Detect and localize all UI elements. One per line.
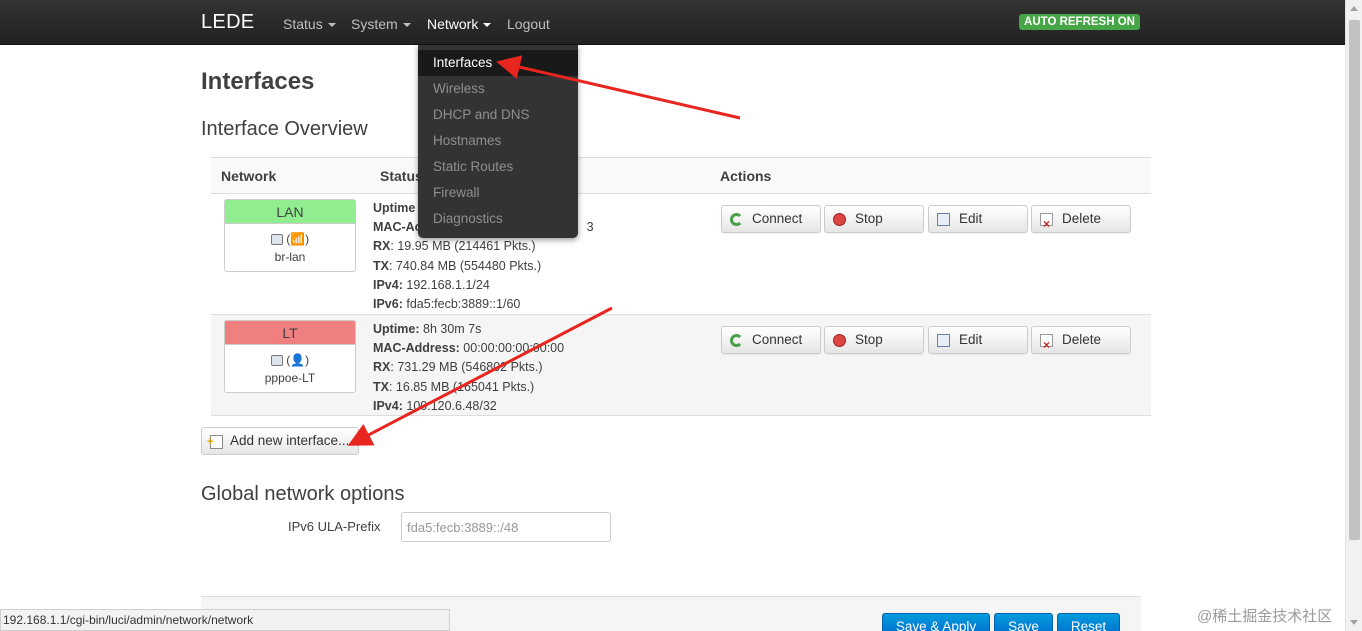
- menu-item-diagnostics[interactable]: Diagnostics: [418, 206, 578, 232]
- table-row-lan: LAN (📶) br-lan Uptime MAC-Ac 3 RX: 19.95 …: [211, 194, 1151, 315]
- table-header: Network Status Actions: [211, 157, 1151, 194]
- status-line: TX: 740.84 MB (554480 Pkts.): [373, 258, 542, 273]
- network-name: LT: [225, 321, 355, 345]
- section-heading-global: Global network options: [201, 483, 405, 505]
- status-line: IPv4: 192.168.1.1/24: [373, 277, 490, 292]
- stop-icon: [833, 334, 846, 347]
- ula-prefix-input[interactable]: [401, 512, 611, 542]
- delete-icon: [1040, 332, 1053, 358]
- status-line: RX: 731.29 MB (546802 Pkts.): [373, 360, 543, 375]
- edit-icon: [937, 213, 950, 226]
- menu-item-dhcp-dns[interactable]: DHCP and DNS: [418, 102, 578, 128]
- column-header-network: Network: [221, 168, 277, 184]
- status-line: IPv4: 100.120.6.48/32: [373, 398, 497, 413]
- column-header-actions: Actions: [720, 168, 772, 184]
- scrollbar-thumb[interactable]: [1349, 20, 1360, 540]
- page-title: Interfaces: [201, 68, 315, 95]
- status-bar-url: 192.168.1.1/cgi-bin/luci/admin/network/n…: [0, 609, 450, 631]
- delete-button[interactable]: Delete: [1031, 326, 1131, 358]
- interfaces-table: Network Status Actions LAN (📶) br-lan Up…: [211, 157, 1151, 416]
- status-line: TX: 16.85 MB (165041 Pkts.): [373, 379, 535, 394]
- save-button[interactable]: Save: [994, 613, 1053, 631]
- device-icons: (📶): [225, 232, 355, 248]
- network-badge-lan: LAN (📶) br-lan: [224, 199, 356, 272]
- vertical-scrollbar[interactable]: [1345, 0, 1362, 631]
- interface-name: br-lan: [274, 250, 306, 264]
- network-badge-lt: LT (👤) pppoe-LT: [224, 320, 356, 393]
- device-icons: (👤): [225, 353, 355, 369]
- stop-button[interactable]: Stop: [824, 326, 924, 354]
- chevron-down-icon: [483, 23, 492, 28]
- menu-item-firewall[interactable]: Firewall: [418, 180, 578, 206]
- network-name: LAN: [225, 200, 355, 224]
- wireless-icons: (📶): [286, 232, 310, 246]
- reset-button[interactable]: Reset: [1057, 613, 1120, 631]
- delete-button[interactable]: Delete: [1031, 205, 1131, 237]
- menu-network[interactable]: Network: [427, 16, 492, 32]
- network-dropdown-menu: Interfaces Wireless DHCP and DNS Hostnam…: [418, 45, 578, 238]
- menu-item-interfaces[interactable]: Interfaces: [418, 50, 578, 76]
- top-navbar: LEDE Status System Network Logout AUTO R…: [0, 0, 1345, 45]
- menu-item-hostnames[interactable]: Hostnames: [418, 128, 578, 154]
- edit-button[interactable]: Edit: [928, 326, 1028, 354]
- ula-prefix-label: IPv6 ULA-Prefix: [288, 519, 381, 534]
- chevron-down-icon: [402, 23, 411, 28]
- status-line: IPv6: fda5:fecb:3889::1/60: [373, 297, 521, 312]
- add-icon: [207, 429, 223, 455]
- stop-icon: [833, 213, 846, 226]
- scroll-down-icon[interactable]: [1350, 620, 1358, 625]
- edit-icon: [937, 334, 950, 347]
- refresh-icon: [730, 334, 743, 347]
- status-line: MAC-Address: 00:00:00:00:00:00: [373, 341, 565, 356]
- status-line: RX: 19.95 MB (214461 Pkts.): [373, 239, 536, 254]
- table-row-lt: LT (👤) pppoe-LT Uptime: 8h 30m 7s MAC-Ad…: [211, 315, 1151, 416]
- section-heading-overview: Interface Overview: [201, 118, 368, 140]
- column-header-status: Status: [380, 168, 423, 184]
- connect-button[interactable]: Connect: [721, 326, 821, 354]
- menu-item-wireless[interactable]: Wireless: [418, 76, 578, 102]
- menu-item-static-routes[interactable]: Static Routes: [418, 154, 578, 180]
- refresh-icon: [730, 213, 743, 226]
- scroll-up-icon[interactable]: [1350, 6, 1358, 11]
- delete-icon: [1040, 211, 1053, 237]
- interface-name: pppoe-LT: [264, 371, 316, 385]
- stop-button[interactable]: Stop: [824, 205, 924, 233]
- menu-status[interactable]: Status: [283, 16, 336, 32]
- ppp-icons: (👤): [286, 353, 310, 367]
- brand-logo[interactable]: LEDE: [201, 11, 254, 34]
- status-line: Uptime: 8h 30m 7s: [373, 322, 482, 336]
- ppp-icon: [270, 355, 283, 367]
- menu-logout[interactable]: Logout: [507, 16, 550, 32]
- add-interface-button[interactable]: Add new interface...: [201, 427, 359, 455]
- interface-status: Uptime: 8h 30m 7s MAC-Address: 00:00:00:…: [373, 320, 564, 416]
- connect-button[interactable]: Connect: [721, 205, 821, 233]
- save-apply-button[interactable]: Save & Apply: [882, 613, 990, 631]
- chevron-down-icon: [327, 23, 336, 28]
- bridge-icon: [270, 234, 283, 246]
- edit-button[interactable]: Edit: [928, 205, 1028, 233]
- menu-system[interactable]: System: [351, 16, 411, 32]
- watermark: @稀土掘金技术社区: [1197, 608, 1333, 625]
- auto-refresh-toggle[interactable]: AUTO REFRESH ON: [1019, 14, 1140, 30]
